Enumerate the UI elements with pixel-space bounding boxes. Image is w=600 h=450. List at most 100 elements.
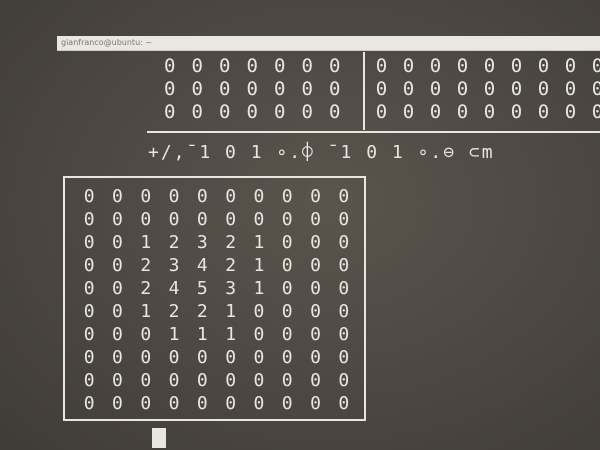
top-left-cell: 0 (329, 101, 341, 123)
result-cell: 0 (281, 278, 293, 299)
top-right-cell: 0 (375, 101, 388, 123)
result-cell: 3 (196, 232, 208, 253)
top-left-cell: 0 (219, 78, 231, 100)
result-cell: 0 (310, 255, 321, 276)
result-row: 0023421000 (75, 255, 358, 276)
result-cell: 0 (253, 370, 265, 391)
terminal-cursor[interactable] (152, 428, 166, 448)
result-cell: 1 (225, 301, 237, 322)
terminal-titlebar[interactable]: gianfranco@ubuntu: ~ (57, 36, 600, 51)
result-cell: 0 (196, 347, 208, 368)
result-cell: 0 (112, 370, 123, 391)
result-cell: 0 (112, 301, 123, 322)
top-left-row: 0000000 (156, 78, 349, 100)
result-cell: 1 (253, 278, 265, 299)
result-cell: 0 (225, 186, 237, 207)
result-cell: 0 (168, 186, 180, 207)
top-left-cell: 0 (246, 55, 258, 77)
result-cell: 0 (338, 186, 350, 207)
result-cell: 0 (196, 209, 208, 230)
top-right-cell: 0 (483, 78, 496, 100)
top-right-cell: 0 (456, 55, 469, 77)
result-cell: 0 (253, 324, 265, 345)
top-right-cell: 0 (375, 55, 388, 77)
result-cell: 0 (338, 347, 350, 368)
result-cell: 0 (83, 393, 95, 414)
matrix-divider-vertical (363, 52, 365, 130)
top-left-cell: 0 (219, 55, 231, 77)
result-cell: 0 (338, 301, 350, 322)
result-cell: 0 (338, 209, 350, 230)
top-left-cell: 0 (246, 101, 258, 123)
top-right-row: 000000000 (368, 101, 600, 123)
top-left-cell: 0 (191, 78, 203, 100)
result-cell: 0 (310, 209, 321, 230)
result-row: 0000000000 (75, 370, 358, 391)
matrix-divider-horizontal (147, 131, 600, 133)
top-left-cell: 0 (329, 55, 341, 77)
result-cell: 0 (281, 347, 293, 368)
top-right-cell: 0 (537, 78, 550, 100)
result-cell: 0 (281, 209, 293, 230)
result-cell: 0 (253, 301, 265, 322)
result-cell: 0 (310, 393, 321, 414)
result-cell: 0 (281, 232, 293, 253)
result-cell: 1 (196, 324, 208, 345)
top-left-cell: 0 (164, 78, 176, 100)
window-title: gianfranco@ubuntu: ~ (61, 38, 153, 47)
result-cell: 0 (83, 232, 95, 253)
result-cell: 0 (196, 370, 208, 391)
top-right-cell: 0 (537, 55, 550, 77)
top-right-cell: 0 (510, 101, 523, 123)
result-row: 0024531000 (75, 278, 358, 299)
result-cell: 2 (225, 232, 237, 253)
result-cell: 5 (196, 278, 208, 299)
top-left-cell: 0 (301, 78, 313, 100)
result-cell: 2 (168, 301, 180, 322)
result-cell: 0 (253, 347, 265, 368)
result-cell: 0 (225, 370, 237, 391)
result-cell: 0 (140, 209, 152, 230)
result-cell: 0 (83, 209, 95, 230)
result-cell: 0 (253, 186, 265, 207)
result-cell: 0 (112, 347, 123, 368)
result-cell: 0 (168, 347, 180, 368)
top-right-cell: 0 (591, 55, 600, 77)
result-cell: 0 (168, 393, 180, 414)
top-left-cell: 0 (329, 78, 341, 100)
result-cell: 0 (225, 393, 237, 414)
result-matrix-box: 0000000000000000000000123210000023421000… (63, 176, 366, 421)
result-cell: 3 (168, 255, 180, 276)
result-row: 0000000000 (75, 186, 358, 207)
top-left-cell: 0 (274, 55, 286, 77)
result-row: 0001110000 (75, 324, 358, 345)
result-cell: 0 (253, 393, 265, 414)
result-cell: 0 (310, 232, 321, 253)
result-cell: 0 (140, 186, 152, 207)
top-left-row: 0000000 (156, 55, 349, 77)
result-cell: 0 (338, 324, 350, 345)
result-cell: 0 (196, 393, 208, 414)
result-cell: 0 (338, 278, 350, 299)
result-cell: 0 (112, 232, 123, 253)
top-right-cell: 0 (402, 78, 415, 100)
result-cell: 0 (196, 186, 208, 207)
top-right-cell: 0 (591, 78, 600, 100)
top-left-row: 0000000 (156, 101, 349, 123)
top-left-cell: 0 (191, 101, 203, 123)
result-cell: 2 (168, 232, 180, 253)
top-right-cell: 0 (483, 55, 496, 77)
result-cell: 0 (112, 278, 123, 299)
top-right-cell: 0 (564, 101, 577, 123)
top-right-cell: 0 (564, 78, 577, 100)
result-cell: 2 (140, 278, 152, 299)
top-left-cell: 0 (219, 101, 231, 123)
result-cell: 0 (140, 347, 152, 368)
result-cell: 0 (83, 255, 95, 276)
result-cell: 0 (310, 186, 321, 207)
top-right-cell: 0 (429, 78, 442, 100)
top-left-cell: 0 (246, 78, 258, 100)
result-cell: 2 (140, 255, 152, 276)
top-right-cell: 0 (429, 101, 442, 123)
result-cell: 0 (281, 324, 293, 345)
